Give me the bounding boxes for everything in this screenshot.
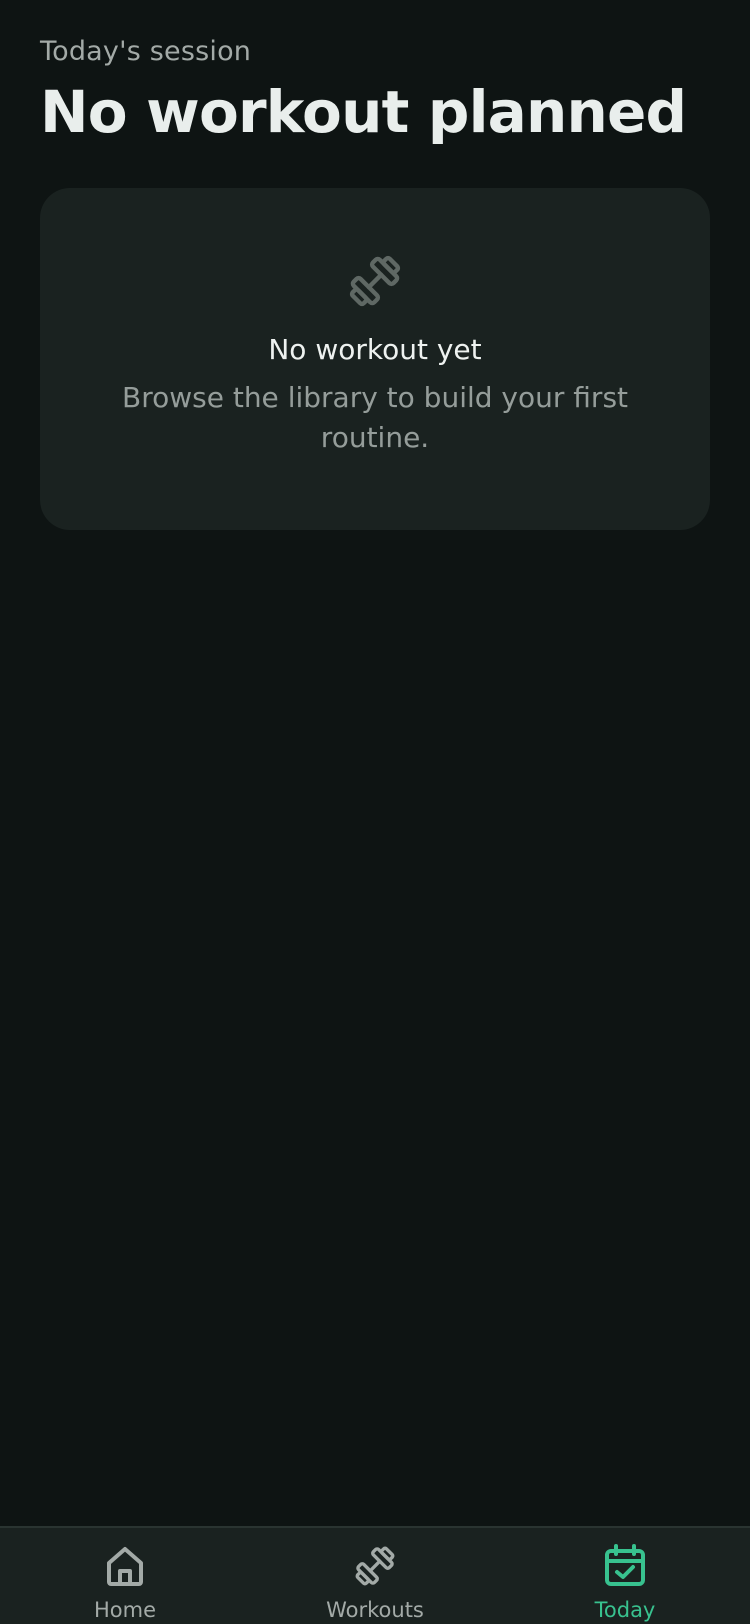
nav-label-home: Home xyxy=(93,1598,156,1622)
today-screen: Today's session No workout planned No wo… xyxy=(0,0,750,1624)
dumbbell-icon xyxy=(349,255,401,307)
page-subtitle: Today's session xyxy=(40,36,252,67)
nav-item-today[interactable]: Today xyxy=(500,1542,750,1624)
nav-item-home[interactable]: Home xyxy=(0,1542,250,1624)
page-title: No workout planned xyxy=(40,78,687,146)
empty-state-card: No workout yet Browse the library to bui… xyxy=(40,188,710,530)
empty-state-heading: No workout yet xyxy=(268,333,482,366)
nav-item-workouts[interactable]: Workouts xyxy=(250,1542,500,1624)
calendar-check-icon xyxy=(605,1544,645,1586)
dumbbell-icon xyxy=(355,1546,395,1586)
bottom-navigation: Home Workouts Today xyxy=(0,1526,750,1624)
page-header: Today's session No workout planned xyxy=(40,34,710,148)
empty-state-text: Browse the library to build your first r… xyxy=(121,381,629,454)
nav-label-today: Today xyxy=(594,1598,656,1622)
home-icon xyxy=(107,1547,143,1586)
nav-label-workouts: Workouts xyxy=(326,1598,424,1622)
